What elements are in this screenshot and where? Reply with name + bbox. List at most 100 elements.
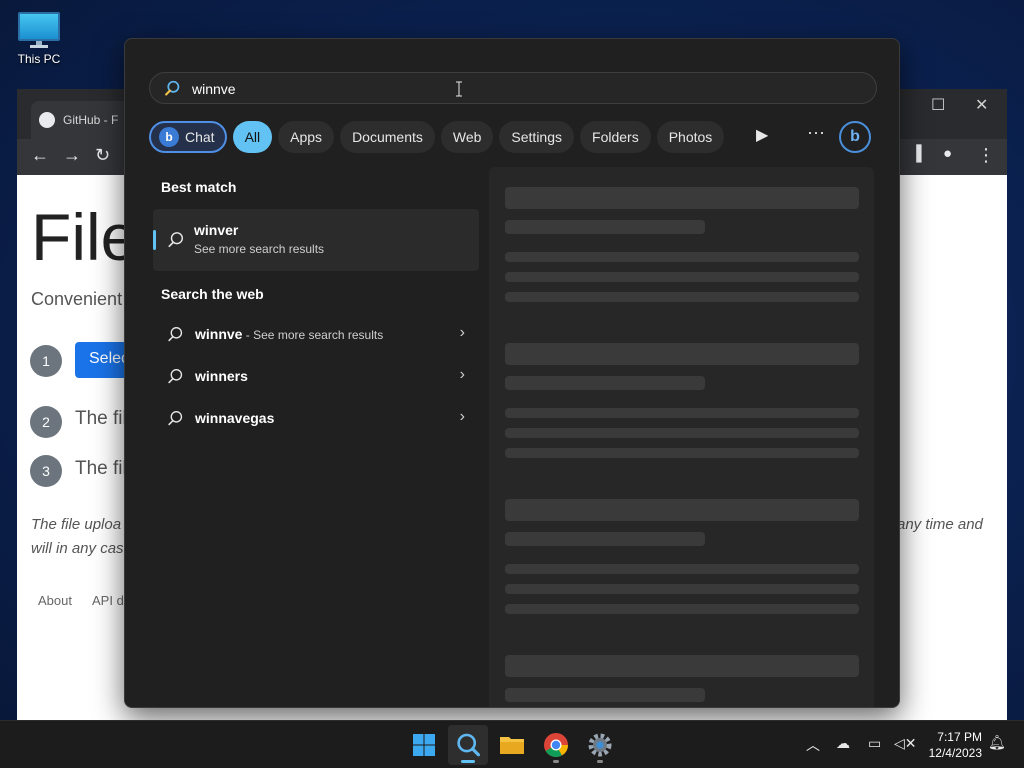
more-options-icon[interactable]: ··· [807,122,825,143]
github-icon [39,112,55,128]
footer-link-about[interactable]: About [38,593,72,608]
sidebar-icon[interactable]: ▐ [911,145,922,162]
skeleton-bar [505,376,705,390]
skeleton-bar [505,272,859,282]
skeleton-bar [505,688,705,702]
skeleton-bar [505,187,859,209]
onedrive-offline-icon[interactable]: ☁ [836,735,850,752]
search-box[interactable] [149,72,877,104]
note-text: any time and [897,516,983,533]
footer-link-api[interactable]: API d [92,593,124,608]
chrome-icon [544,733,568,758]
skeleton-bar [505,584,859,594]
taskbar-search-button[interactable] [448,725,488,765]
active-indicator [461,760,475,763]
best-match-item[interactable]: winver See more search results [153,209,479,271]
taskbar-settings[interactable] [580,725,620,765]
bing-chat-icon: b [159,127,179,147]
search-input[interactable] [192,78,792,100]
skeleton-bar [505,292,859,302]
running-indicator [597,760,603,763]
gear-icon [588,733,612,757]
chip-settings[interactable]: Settings [499,121,575,153]
chip-apps[interactable]: Apps [278,121,335,153]
chevron-right-icon: › [459,408,465,425]
search-panel: b Chat All Apps Documents Web Settings F… [124,38,900,708]
taskbar-chrome[interactable] [536,725,576,765]
search-icon [457,733,481,757]
taskbar-clock[interactable]: 7:17 PM 12/4/2023 [929,729,982,761]
chevron-up-icon[interactable]: ︿ [806,735,820,755]
maximize-icon[interactable]: ☐ [931,95,945,115]
taskbar: ︿ ☁ ▭ ◁✕ 7:17 PM 12/4/2023 🔔︎ [0,720,1024,768]
skeleton-bar [505,564,859,574]
search-icon [168,327,183,342]
computer-icon [18,12,60,48]
web-result-item[interactable]: winners › [153,358,479,396]
browser-tab-title: GitHub - F [63,113,119,127]
skeleton-bar [505,532,705,546]
web-result-item[interactable]: winnavegas › [153,400,479,438]
chip-label: Chat [185,129,215,145]
search-icon [168,411,183,426]
search-icon [165,80,180,96]
web-heading: Search the web [161,286,264,302]
chip-documents[interactable]: Documents [340,121,435,153]
step-text: The fil [75,408,127,429]
forward-icon[interactable]: → [63,145,81,166]
page-subtitle: Convenient [31,289,123,309]
step-number: 1 [30,345,62,377]
taskbar-file-explorer[interactable] [492,725,532,765]
chip-web[interactable]: Web [440,121,494,153]
chip-all[interactable]: All [232,121,273,153]
profile-icon[interactable]: ● [943,145,952,162]
text-cursor-icon [456,81,462,97]
search-icon [168,369,183,384]
skeleton-bar [505,408,859,418]
skeleton-bar [505,604,859,614]
menu-icon[interactable]: ⋮ [977,145,995,166]
web-result-label: winnve - See more search results [195,326,384,342]
folder-icon [500,737,524,754]
web-result-item[interactable]: winnve - See more search results › [153,316,479,354]
skeleton-bar [505,655,859,677]
note-text: The file uploa [31,516,122,533]
chevron-right-icon: › [459,324,465,341]
web-result-label: winnavegas [195,410,275,426]
step-text: The fil [75,458,127,479]
step-number: 2 [30,406,62,438]
best-match-title: winver [194,222,239,238]
reload-icon[interactable]: ↻ [95,145,110,166]
chevron-right-icon: › [459,366,465,383]
chip-chat[interactable]: b Chat [149,121,227,153]
skeleton-bar [505,220,705,234]
back-icon[interactable]: ← [31,145,49,166]
windows-logo-icon [413,734,435,756]
close-icon[interactable]: ✕ [975,95,988,115]
chip-photos[interactable]: Photos [656,121,725,153]
skeleton-bar [505,252,859,262]
desktop-icon-label: This PC [17,52,61,66]
notification-bell-icon[interactable]: 🔔︎ [988,734,1006,751]
volume-muted-icon[interactable]: ◁✕ [894,735,917,752]
clock-time: 7:17 PM [937,730,982,744]
filter-chips: b Chat All Apps Documents Web Settings F… [149,121,725,153]
skeleton-bar [505,448,859,458]
web-result-label: winners [195,368,248,384]
skeleton-bar [505,343,859,365]
bing-icon[interactable]: b [839,121,871,153]
selection-indicator [153,230,156,250]
running-indicator [553,760,559,763]
step-number: 3 [30,455,62,487]
clock-date: 12/4/2023 [928,746,982,760]
more-chips-arrow-icon[interactable]: ▶ [756,125,768,145]
desktop-icon-this-pc[interactable]: This PC [12,8,66,66]
network-icon[interactable]: ▭ [868,735,881,752]
page-title: File [31,200,138,274]
chip-folders[interactable]: Folders [580,121,651,153]
start-button[interactable] [404,725,444,765]
skeleton-bar [505,428,859,438]
search-icon [168,232,184,248]
best-match-heading: Best match [161,179,237,195]
skeleton-bar [505,499,859,521]
